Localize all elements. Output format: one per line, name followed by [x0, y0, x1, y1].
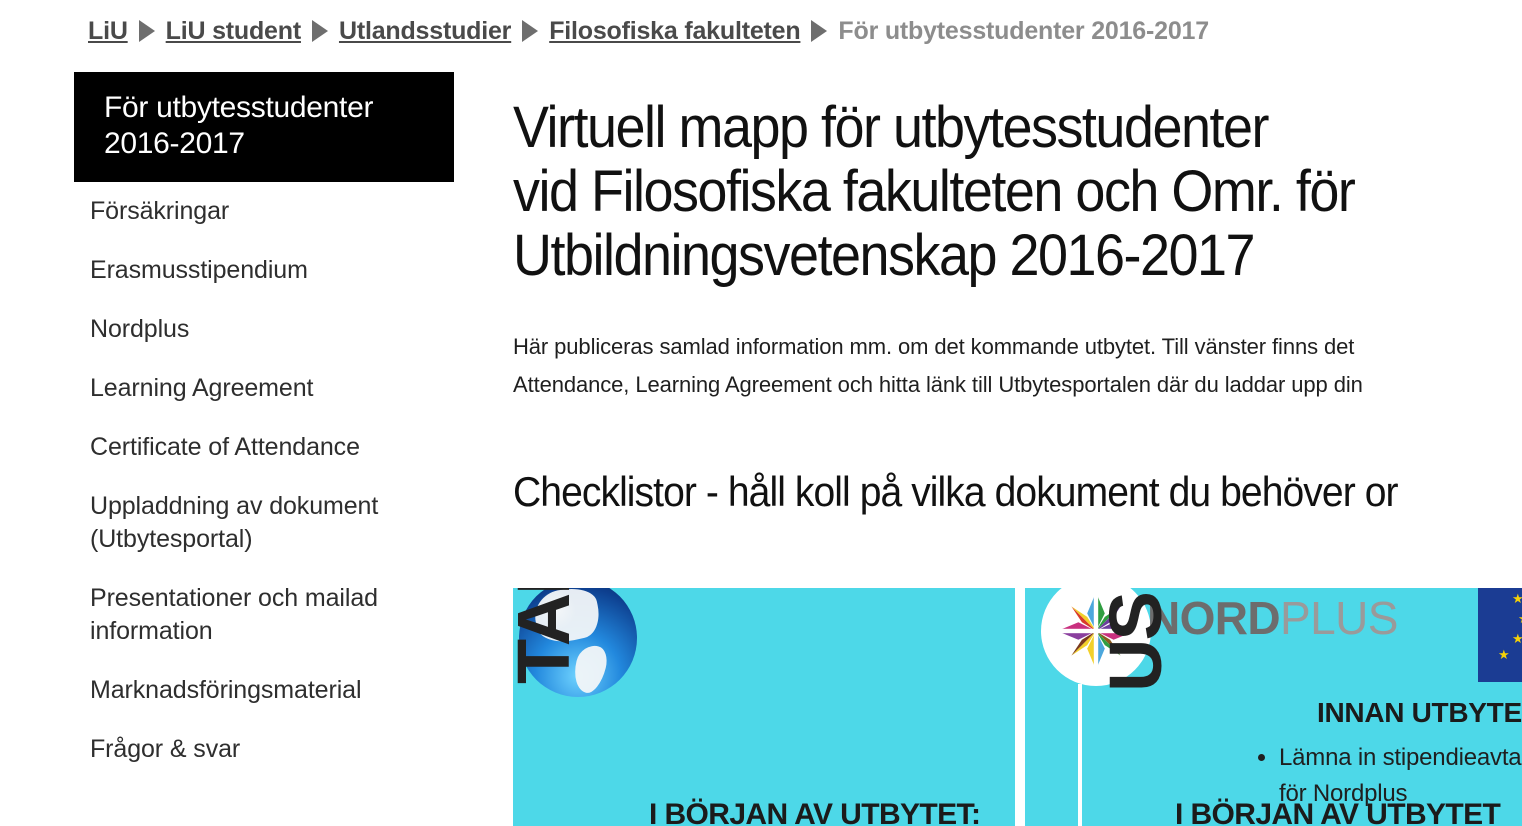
sidebar-item-learning-agreement[interactable]: Learning Agreement [74, 359, 434, 418]
page-title-line-2: vid Filosofiska fakulteten och Omr. för [513, 159, 1356, 224]
sidebar-item-forsakringar[interactable]: Försäkringar [74, 182, 434, 241]
panel-vertical-word-nordplus: US [1094, 593, 1177, 692]
breadcrumb-item-utlandsstudier[interactable]: Utlandsstudier [339, 16, 511, 46]
intro-line-1: Här publiceras samlad information mm. om… [513, 334, 1355, 359]
nordplus-section-title: INNAN UTBYTET [1317, 697, 1522, 728]
sidebar-header: För utbytesstudenter 2016-2017 [74, 72, 454, 182]
breadcrumb-item-liu-student[interactable]: LiU student [166, 16, 301, 46]
panel-divider [1015, 588, 1025, 826]
checklist-graphic: TAL I BÖRJAN AV UTBYTET: [513, 588, 1522, 826]
page-root: LiU LiU student Utlandsstudier Filosofis… [0, 0, 1522, 826]
panel-bottom-heading-nordplus: I BÖRJAN AV UTBYTET [1175, 798, 1501, 826]
breadcrumb: LiU LiU student Utlandsstudier Filosofis… [88, 16, 1209, 46]
breadcrumb-item-liu[interactable]: LiU [88, 16, 128, 46]
page-title: Virtuell mapp för utbytesstudenter vid F… [513, 96, 1451, 288]
nordplus-wordmark: NORDPLUS [1147, 592, 1398, 644]
triangle-right-icon [138, 20, 155, 42]
sidebar-item-nordplus[interactable]: Nordplus [74, 300, 434, 359]
sidebar-item-erasmusstipendium[interactable]: Erasmusstipendium [74, 241, 434, 300]
triangle-right-icon [522, 20, 539, 42]
main-content: Virtuell mapp för utbytesstudenter vid F… [513, 96, 1522, 516]
sidebar-item-fragor-och-svar[interactable]: Frågor & svar [74, 720, 434, 779]
sidebar-item-certificate-of-attendance[interactable]: Certificate of Attendance [74, 418, 434, 477]
breadcrumb-item-current: För utbytesstudenter 2016-2017 [838, 17, 1209, 45]
breadcrumb-item-filosofiska-fakulteten[interactable]: Filosofiska fakulteten [549, 16, 800, 46]
sidebar-item-uppladdning-av-dokument[interactable]: Uppladdning av dokument (Utbytesportal) [74, 477, 434, 569]
nordplus-logo-stem [1078, 684, 1082, 826]
triangle-right-icon [811, 20, 828, 42]
page-title-line-3: Utbildningsvetenskap 2016-2017 [513, 223, 1256, 288]
triangle-right-icon [311, 20, 328, 42]
eu-flag-star: ★ [1498, 647, 1510, 662]
page-title-line-1: Virtuell mapp för utbytesstudenter [513, 95, 1269, 160]
intro-line-2: Attendance, Learning Agreement och hitta… [513, 372, 1363, 397]
panel-vertical-word-erasmus: TAL [513, 588, 585, 684]
eu-flag-star: ★ [1512, 631, 1522, 646]
sidebar-nav-list: Försäkringar Erasmusstipendium Nordplus … [74, 182, 454, 779]
intro-paragraph: Här publiceras samlad information mm. om… [513, 328, 1522, 404]
eu-flag-star: ★ [1512, 591, 1522, 606]
nordplus-wordmark-light: PLUS [1280, 592, 1398, 644]
eu-flag-star: ★ [1518, 612, 1522, 625]
sidebar: För utbytesstudenter 2016-2017 Försäkrin… [74, 72, 454, 779]
sidebar-item-presentationer-och-mailad-information[interactable]: Presentationer och mailad information [74, 569, 434, 661]
sidebar-item-marknadsforingsmaterial[interactable]: Marknadsföringsmaterial [74, 661, 434, 720]
eu-flag-icon: ★ ★ ★ ★ [1478, 588, 1522, 682]
panel-bottom-heading-erasmus: I BÖRJAN AV UTBYTET: [649, 798, 981, 826]
section-title-checklistor: Checklistor - håll koll på vilka dokumen… [513, 468, 1399, 515]
checklist-panel-nordplus: NORDPLUS US INNAN UTBYTET Lämna in stipe… [1025, 588, 1522, 826]
checklist-panel-erasmus: TAL I BÖRJAN AV UTBYTET: [513, 588, 1015, 826]
